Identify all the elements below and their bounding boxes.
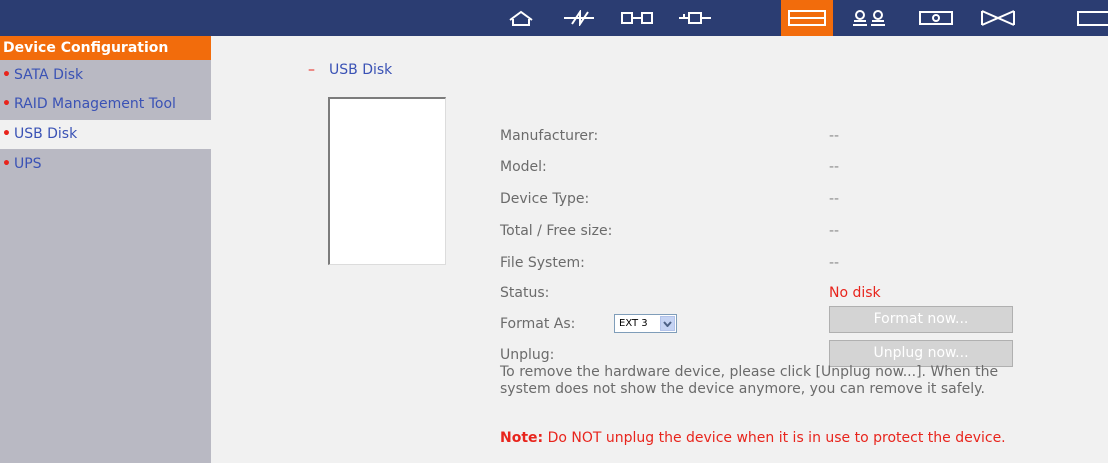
status-label: Status: xyxy=(500,285,550,301)
format-type-select[interactable]: EXT 3 xyxy=(614,314,677,333)
format-type-value: EXT 3 xyxy=(619,318,648,329)
lightning-icon[interactable] xyxy=(553,0,605,36)
network-icon[interactable] xyxy=(611,0,663,36)
note-text: Do NOT unplug the device when it is in u… xyxy=(543,430,1006,446)
manufacturer-label: Manufacturer: xyxy=(500,128,599,144)
note-label: Note: xyxy=(500,430,544,446)
file-system-label: File System: xyxy=(500,255,585,271)
sidebar-item-label: USB Disk xyxy=(13,126,78,142)
sidebar-item-label: SATA Disk xyxy=(13,67,84,83)
home-icon[interactable] xyxy=(495,0,547,36)
bullet-icon: • xyxy=(2,67,11,83)
manufacturer-value: -- xyxy=(829,128,840,144)
envelope-icon[interactable] xyxy=(972,0,1024,36)
device-type-value: -- xyxy=(829,191,840,207)
bullet-icon: • xyxy=(2,156,11,172)
connector-icon[interactable] xyxy=(669,0,721,36)
unplug-now-button[interactable]: Unplug now... xyxy=(829,340,1013,367)
model-label: Model: xyxy=(500,159,547,175)
format-as-label: Format As: xyxy=(500,316,576,332)
collapse-icon[interactable]: – xyxy=(308,62,315,78)
top-navigation-bar xyxy=(0,0,1108,36)
sidebar-item-label: RAID Management Tool xyxy=(13,96,176,112)
disk-icon[interactable] xyxy=(910,0,962,36)
bullet-icon: • xyxy=(2,126,11,142)
total-free-size-label: Total / Free size: xyxy=(500,223,613,239)
device-preview-box xyxy=(328,97,446,265)
chevron-down-icon[interactable] xyxy=(660,316,675,331)
sidebar-header: Device Configuration xyxy=(0,36,211,60)
device-type-label: Device Type: xyxy=(500,191,590,207)
sidebar-item-label: UPS xyxy=(13,156,42,172)
total-free-size-value: -- xyxy=(829,223,840,239)
status-value: No disk xyxy=(829,285,881,301)
unplug-instructions: To remove the hardware device, please cl… xyxy=(500,364,999,397)
format-now-button[interactable]: Format now... xyxy=(829,306,1013,333)
sidebar-item-ups[interactable]: • UPS xyxy=(0,150,211,179)
users-icon[interactable] xyxy=(843,0,895,36)
warning-note: Note: Do NOT unplug the device when it i… xyxy=(500,430,1010,447)
sidebar-item-sata-disk[interactable]: • SATA Disk xyxy=(0,61,211,90)
sidebar-item-usb-disk[interactable]: • USB Disk xyxy=(0,120,211,149)
file-system-value: -- xyxy=(829,255,840,271)
sidebar-item-raid-management-tool[interactable]: • RAID Management Tool xyxy=(0,90,211,119)
section-title-label: USB Disk xyxy=(329,62,393,78)
sidebar: Device Configuration • SATA Disk • RAID Ma… xyxy=(0,36,211,463)
section-title: – USB Disk xyxy=(308,62,392,78)
window-icon[interactable] xyxy=(1066,0,1108,36)
device-config-icon[interactable] xyxy=(781,0,833,36)
bullet-icon: • xyxy=(2,96,11,112)
unplug-label: Unplug: xyxy=(500,347,555,363)
model-value: -- xyxy=(829,159,840,175)
